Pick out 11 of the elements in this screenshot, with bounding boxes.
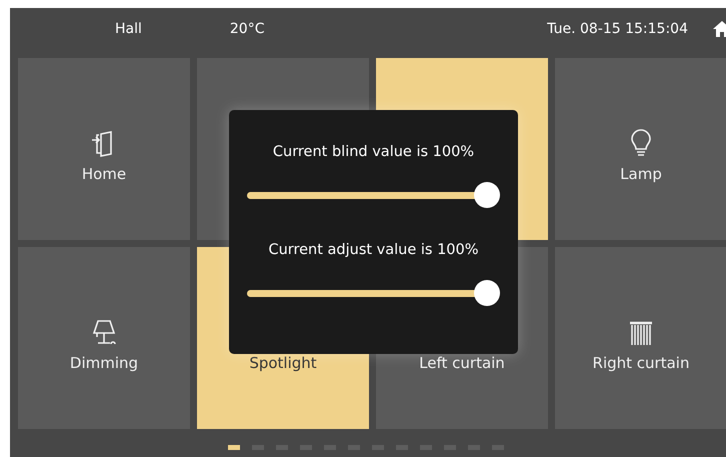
temperature: 20°C [230,21,264,37]
tile-label: Right curtain [592,354,690,372]
date-time: Tue. 08-15 15:15:04 [547,21,688,37]
tile-label: Dimming [70,354,138,372]
slider-label: Current blind value is 100% [272,144,474,160]
tile-label: Spotlight [249,354,317,372]
tile-label: Lamp [620,165,662,183]
slider-label: Current adjust value is 100% [268,242,479,258]
tile-label: Home [82,165,126,183]
tile-label: Left curtain [419,354,505,372]
room-name: Hall [115,21,142,37]
